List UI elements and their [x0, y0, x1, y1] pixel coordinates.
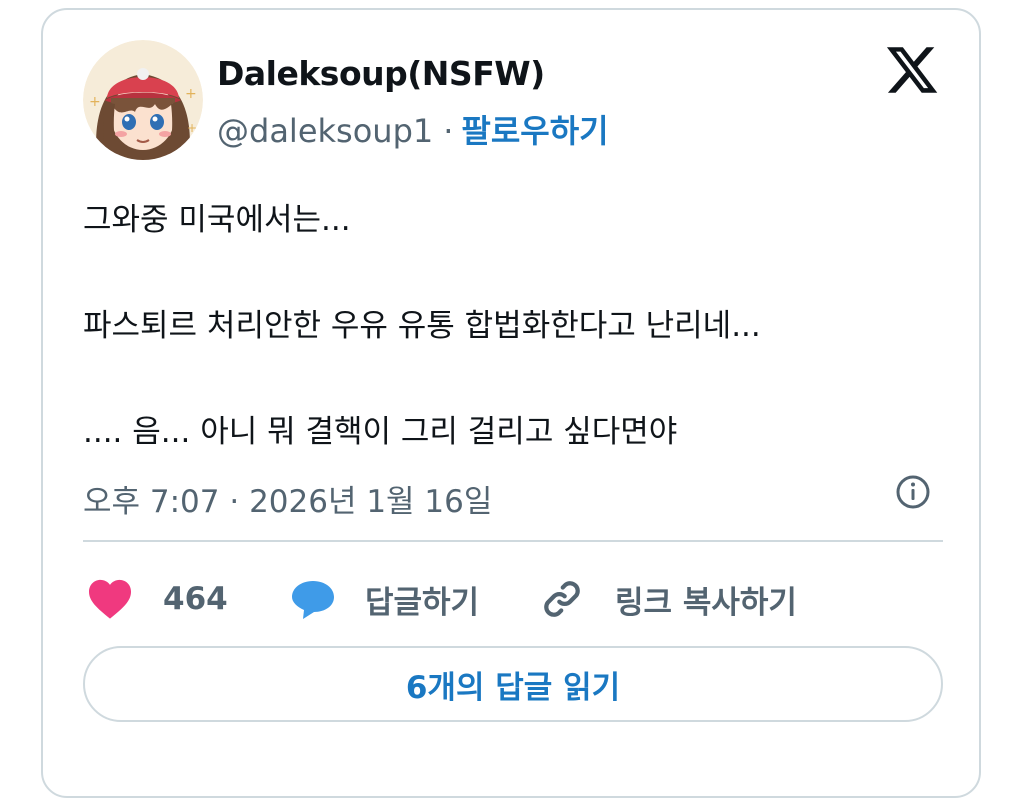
follow-link[interactable]: 팔로우하기: [461, 112, 608, 150]
tweet-text-line: 그와중 미국에서는...: [83, 202, 351, 238]
info-icon[interactable]: [893, 472, 933, 512]
like-count: 464: [163, 581, 228, 617]
copy-link-label: 링크 복사하기: [615, 584, 797, 621]
x-logo-icon[interactable]: [883, 42, 941, 98]
author-handle[interactable]: @daleksoup1: [217, 112, 433, 150]
tweet-text-line: 파스퇴르 처리안한 우유 유통 합법화한다고 난리네...: [83, 308, 761, 344]
read-replies-label: 6개의 답글 읽기: [405, 669, 621, 706]
x-logo-svg: [886, 47, 938, 93]
info-icon-svg: [896, 475, 930, 509]
avatar-image: + + +: [83, 40, 203, 160]
svg-text:+: +: [89, 94, 101, 110]
divider: [83, 540, 943, 542]
tweet-text-line: .... 음... 아니 뭐 결핵이 그리 걸리고 싶다면야: [83, 414, 678, 450]
svg-text:+: +: [185, 86, 197, 102]
link-icon: [539, 576, 585, 622]
tweet-text: 그와중 미국에서는... 파스퇴르 처리안한 우유 유통 합법화한다고 난리네.…: [83, 200, 943, 452]
copy-link-button[interactable]: 링크 복사하기: [539, 576, 797, 622]
reply-button[interactable]: 답글하기: [289, 576, 479, 622]
handle-separator: ·: [443, 112, 454, 150]
heart-icon: [87, 578, 133, 620]
author-handle-row: @daleksoup1 · 팔로우하기: [217, 106, 609, 152]
avatar[interactable]: + + +: [83, 40, 203, 160]
tweet-card: + + + Daleksoup(NSFW) @daleksoup1 · 팔로우하기 …: [41, 8, 981, 798]
author-display-name[interactable]: Daleksoup(NSFW): [217, 54, 545, 93]
tweet-timestamp[interactable]: 오후 7:07 · 2026년 1월 16일: [83, 476, 492, 521]
svg-text:+: +: [187, 121, 197, 135]
speech-bubble-icon: [289, 577, 337, 621]
like-button[interactable]: 464: [87, 576, 228, 622]
reply-label: 답글하기: [365, 584, 480, 621]
read-replies-button[interactable]: 6개의 답글 읽기: [83, 646, 943, 722]
